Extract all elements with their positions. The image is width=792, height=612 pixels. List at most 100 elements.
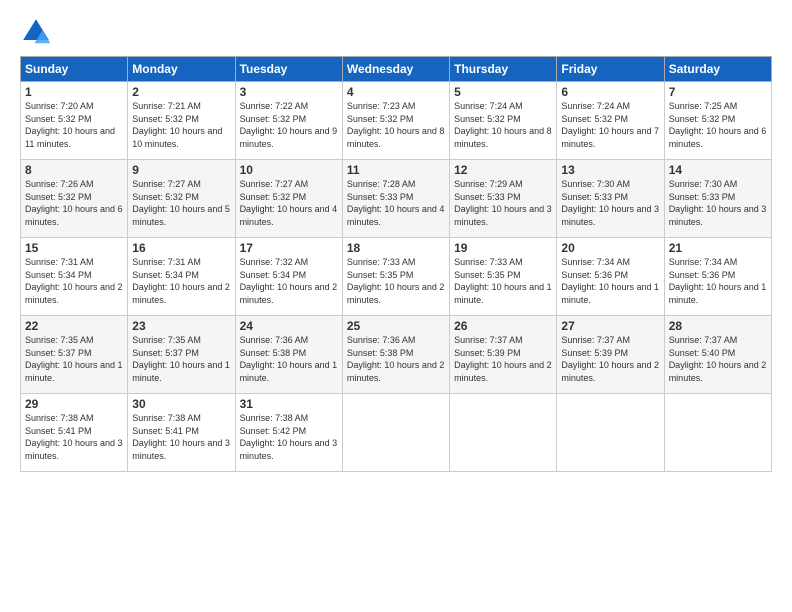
day-number: 6 xyxy=(561,85,659,99)
day-number: 24 xyxy=(240,319,338,333)
day-info: Sunrise: 7:30 AMSunset: 5:33 PMDaylight:… xyxy=(561,179,659,227)
day-number: 13 xyxy=(561,163,659,177)
weekday-header: Saturday xyxy=(664,57,771,82)
calendar-day-cell: 18 Sunrise: 7:33 AMSunset: 5:35 PMDaylig… xyxy=(342,238,449,316)
day-info: Sunrise: 7:31 AMSunset: 5:34 PMDaylight:… xyxy=(25,257,123,305)
day-number: 3 xyxy=(240,85,338,99)
day-info: Sunrise: 7:34 AMSunset: 5:36 PMDaylight:… xyxy=(669,257,767,305)
calendar-week-row: 8 Sunrise: 7:26 AMSunset: 5:32 PMDayligh… xyxy=(21,160,772,238)
calendar-day-cell: 28 Sunrise: 7:37 AMSunset: 5:40 PMDaylig… xyxy=(664,316,771,394)
calendar-day-cell: 4 Sunrise: 7:23 AMSunset: 5:32 PMDayligh… xyxy=(342,82,449,160)
day-info: Sunrise: 7:38 AMSunset: 5:41 PMDaylight:… xyxy=(132,413,230,461)
calendar-day-cell xyxy=(450,394,557,472)
calendar-day-cell: 1 Sunrise: 7:20 AMSunset: 5:32 PMDayligh… xyxy=(21,82,128,160)
calendar-week-row: 1 Sunrise: 7:20 AMSunset: 5:32 PMDayligh… xyxy=(21,82,772,160)
calendar-week-row: 22 Sunrise: 7:35 AMSunset: 5:37 PMDaylig… xyxy=(21,316,772,394)
day-number: 1 xyxy=(25,85,123,99)
day-info: Sunrise: 7:29 AMSunset: 5:33 PMDaylight:… xyxy=(454,179,552,227)
day-info: Sunrise: 7:36 AMSunset: 5:38 PMDaylight:… xyxy=(347,335,445,383)
day-info: Sunrise: 7:37 AMSunset: 5:39 PMDaylight:… xyxy=(454,335,552,383)
calendar-day-cell: 11 Sunrise: 7:28 AMSunset: 5:33 PMDaylig… xyxy=(342,160,449,238)
weekday-header-row: SundayMondayTuesdayWednesdayThursdayFrid… xyxy=(21,57,772,82)
calendar-day-cell: 20 Sunrise: 7:34 AMSunset: 5:36 PMDaylig… xyxy=(557,238,664,316)
calendar-day-cell: 2 Sunrise: 7:21 AMSunset: 5:32 PMDayligh… xyxy=(128,82,235,160)
day-number: 4 xyxy=(347,85,445,99)
calendar-day-cell: 7 Sunrise: 7:25 AMSunset: 5:32 PMDayligh… xyxy=(664,82,771,160)
day-info: Sunrise: 7:38 AMSunset: 5:42 PMDaylight:… xyxy=(240,413,338,461)
day-number: 9 xyxy=(132,163,230,177)
day-number: 29 xyxy=(25,397,123,411)
day-info: Sunrise: 7:21 AMSunset: 5:32 PMDaylight:… xyxy=(132,101,222,149)
calendar-day-cell xyxy=(664,394,771,472)
calendar-day-cell: 10 Sunrise: 7:27 AMSunset: 5:32 PMDaylig… xyxy=(235,160,342,238)
calendar-day-cell: 3 Sunrise: 7:22 AMSunset: 5:32 PMDayligh… xyxy=(235,82,342,160)
weekday-header: Friday xyxy=(557,57,664,82)
calendar-day-cell: 21 Sunrise: 7:34 AMSunset: 5:36 PMDaylig… xyxy=(664,238,771,316)
weekday-header: Tuesday xyxy=(235,57,342,82)
calendar-day-cell: 24 Sunrise: 7:36 AMSunset: 5:38 PMDaylig… xyxy=(235,316,342,394)
day-info: Sunrise: 7:30 AMSunset: 5:33 PMDaylight:… xyxy=(669,179,767,227)
day-number: 26 xyxy=(454,319,552,333)
day-number: 30 xyxy=(132,397,230,411)
day-number: 18 xyxy=(347,241,445,255)
day-info: Sunrise: 7:27 AMSunset: 5:32 PMDaylight:… xyxy=(132,179,230,227)
day-number: 31 xyxy=(240,397,338,411)
day-number: 21 xyxy=(669,241,767,255)
calendar-day-cell: 17 Sunrise: 7:32 AMSunset: 5:34 PMDaylig… xyxy=(235,238,342,316)
day-info: Sunrise: 7:23 AMSunset: 5:32 PMDaylight:… xyxy=(347,101,445,149)
day-info: Sunrise: 7:37 AMSunset: 5:39 PMDaylight:… xyxy=(561,335,659,383)
calendar-day-cell: 13 Sunrise: 7:30 AMSunset: 5:33 PMDaylig… xyxy=(557,160,664,238)
day-number: 15 xyxy=(25,241,123,255)
calendar-day-cell: 8 Sunrise: 7:26 AMSunset: 5:32 PMDayligh… xyxy=(21,160,128,238)
day-info: Sunrise: 7:25 AMSunset: 5:32 PMDaylight:… xyxy=(669,101,767,149)
calendar-day-cell: 27 Sunrise: 7:37 AMSunset: 5:39 PMDaylig… xyxy=(557,316,664,394)
day-number: 2 xyxy=(132,85,230,99)
day-info: Sunrise: 7:31 AMSunset: 5:34 PMDaylight:… xyxy=(132,257,230,305)
day-number: 8 xyxy=(25,163,123,177)
day-number: 14 xyxy=(669,163,767,177)
calendar-day-cell: 19 Sunrise: 7:33 AMSunset: 5:35 PMDaylig… xyxy=(450,238,557,316)
day-number: 12 xyxy=(454,163,552,177)
day-info: Sunrise: 7:24 AMSunset: 5:32 PMDaylight:… xyxy=(561,101,659,149)
calendar-day-cell xyxy=(342,394,449,472)
day-info: Sunrise: 7:33 AMSunset: 5:35 PMDaylight:… xyxy=(347,257,445,305)
day-number: 7 xyxy=(669,85,767,99)
logo xyxy=(20,16,58,48)
calendar-day-cell: 16 Sunrise: 7:31 AMSunset: 5:34 PMDaylig… xyxy=(128,238,235,316)
calendar: SundayMondayTuesdayWednesdayThursdayFrid… xyxy=(20,56,772,472)
page: SundayMondayTuesdayWednesdayThursdayFrid… xyxy=(0,0,792,612)
calendar-day-cell: 12 Sunrise: 7:29 AMSunset: 5:33 PMDaylig… xyxy=(450,160,557,238)
day-number: 20 xyxy=(561,241,659,255)
day-number: 25 xyxy=(347,319,445,333)
day-info: Sunrise: 7:27 AMSunset: 5:32 PMDaylight:… xyxy=(240,179,338,227)
weekday-header: Wednesday xyxy=(342,57,449,82)
day-info: Sunrise: 7:36 AMSunset: 5:38 PMDaylight:… xyxy=(240,335,338,383)
calendar-day-cell: 29 Sunrise: 7:38 AMSunset: 5:41 PMDaylig… xyxy=(21,394,128,472)
day-info: Sunrise: 7:20 AMSunset: 5:32 PMDaylight:… xyxy=(25,101,115,149)
day-number: 11 xyxy=(347,163,445,177)
day-number: 28 xyxy=(669,319,767,333)
day-number: 5 xyxy=(454,85,552,99)
day-info: Sunrise: 7:33 AMSunset: 5:35 PMDaylight:… xyxy=(454,257,552,305)
calendar-day-cell: 25 Sunrise: 7:36 AMSunset: 5:38 PMDaylig… xyxy=(342,316,449,394)
calendar-day-cell: 6 Sunrise: 7:24 AMSunset: 5:32 PMDayligh… xyxy=(557,82,664,160)
day-number: 10 xyxy=(240,163,338,177)
day-number: 23 xyxy=(132,319,230,333)
day-info: Sunrise: 7:26 AMSunset: 5:32 PMDaylight:… xyxy=(25,179,123,227)
calendar-day-cell: 22 Sunrise: 7:35 AMSunset: 5:37 PMDaylig… xyxy=(21,316,128,394)
weekday-header: Thursday xyxy=(450,57,557,82)
day-info: Sunrise: 7:28 AMSunset: 5:33 PMDaylight:… xyxy=(347,179,445,227)
calendar-day-cell: 5 Sunrise: 7:24 AMSunset: 5:32 PMDayligh… xyxy=(450,82,557,160)
calendar-day-cell: 31 Sunrise: 7:38 AMSunset: 5:42 PMDaylig… xyxy=(235,394,342,472)
calendar-day-cell: 30 Sunrise: 7:38 AMSunset: 5:41 PMDaylig… xyxy=(128,394,235,472)
header xyxy=(20,16,772,48)
calendar-day-cell xyxy=(557,394,664,472)
day-info: Sunrise: 7:22 AMSunset: 5:32 PMDaylight:… xyxy=(240,101,338,149)
day-info: Sunrise: 7:38 AMSunset: 5:41 PMDaylight:… xyxy=(25,413,123,461)
calendar-week-row: 15 Sunrise: 7:31 AMSunset: 5:34 PMDaylig… xyxy=(21,238,772,316)
calendar-week-row: 29 Sunrise: 7:38 AMSunset: 5:41 PMDaylig… xyxy=(21,394,772,472)
weekday-header: Sunday xyxy=(21,57,128,82)
day-number: 19 xyxy=(454,241,552,255)
day-number: 22 xyxy=(25,319,123,333)
weekday-header: Monday xyxy=(128,57,235,82)
